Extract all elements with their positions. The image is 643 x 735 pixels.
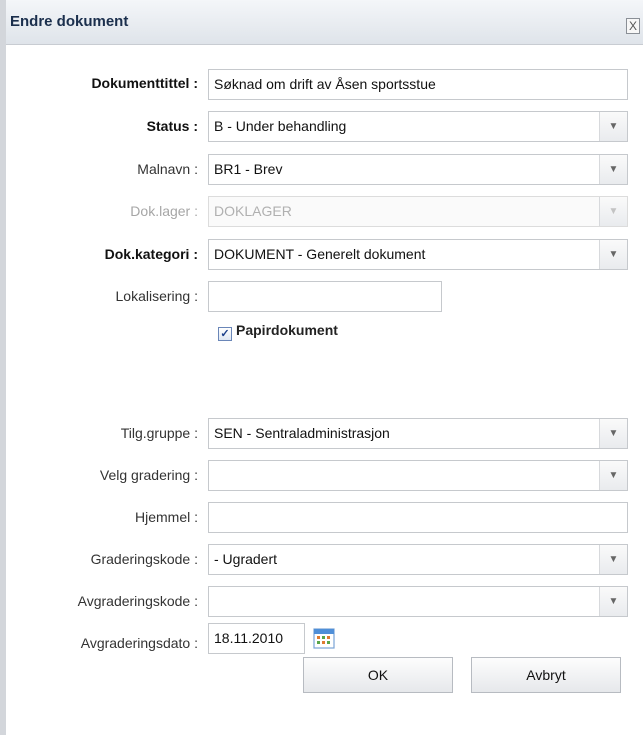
avgraderingskode-select[interactable]: ▼ [208, 586, 628, 617]
dokkategori-value: DOKUMENT - Generelt dokument [214, 246, 426, 262]
doklager-value: DOKLAGER [214, 203, 292, 219]
edit-document-dialog: Endre dokument X Dokumenttittel : Søknad… [0, 0, 643, 735]
doklager-select: DOKLAGER ▼ [208, 196, 628, 227]
dokkategori-select[interactable]: DOKUMENT - Generelt dokument ▼ [208, 239, 628, 270]
status-select[interactable]: B - Under behandling ▼ [208, 111, 628, 142]
chevron-down-icon[interactable]: ▼ [599, 587, 627, 616]
graderingskode-label: Graderingskode : [90, 551, 198, 567]
chevron-down-icon[interactable]: ▼ [599, 461, 627, 490]
chevron-down-icon[interactable]: ▼ [599, 240, 627, 269]
chevron-down-icon: ▼ [599, 197, 627, 226]
calendar-icon[interactable] [313, 627, 335, 649]
velg-gradering-select[interactable]: ▼ [208, 460, 628, 491]
malnavn-select[interactable]: BR1 - Brev ▼ [208, 154, 628, 185]
chevron-down-icon[interactable]: ▼ [599, 545, 627, 574]
avgraderingskode-label: Avgraderingskode : [77, 593, 198, 609]
lokalisering-label: Lokalisering : [115, 288, 199, 304]
status-label: Status : [146, 118, 198, 134]
hjemmel-label: Hjemmel : [134, 509, 198, 525]
avgraderingsdato-label: Avgraderingsdato : [80, 635, 198, 651]
dokumenttittel-label: Dokumenttittel : [91, 75, 198, 91]
cancel-button[interactable]: Avbryt [471, 657, 621, 693]
dokumenttittel-input[interactable]: Søknad om drift av Åsen sportsstue [208, 69, 628, 100]
papirdokument-checkbox-row[interactable]: ✓ Papirdokument [218, 322, 338, 341]
chevron-down-icon[interactable]: ▼ [599, 419, 627, 448]
hjemmel-input[interactable] [208, 502, 628, 533]
chevron-down-icon[interactable]: ▼ [599, 112, 627, 141]
velg-gradering-label: Velg gradering : [99, 467, 198, 483]
dokkategori-label: Dok.kategori : [104, 246, 198, 262]
papirdokument-label: Papirdokument [236, 322, 338, 338]
dialog-titlebar[interactable]: Endre dokument X [6, 0, 643, 45]
papirdokument-checkbox[interactable]: ✓ [218, 327, 232, 341]
tilggruppe-select[interactable]: SEN - Sentraladministrasjon ▼ [208, 418, 628, 449]
status-value: B - Under behandling [214, 118, 347, 134]
malnavn-value: BR1 - Brev [214, 161, 283, 177]
graderingskode-select[interactable]: - Ugradert ▼ [208, 544, 628, 575]
tilggruppe-label: Tilg.gruppe : [120, 425, 198, 441]
tilggruppe-value: SEN - Sentraladministrasjon [214, 425, 390, 441]
ok-button[interactable]: OK [303, 657, 453, 693]
malnavn-label: Malnavn : [137, 161, 198, 177]
avgraderingsdato-input[interactable]: 18.11.2010 [208, 623, 305, 654]
close-icon[interactable]: X [626, 18, 640, 34]
dialog-title: Endre dokument [10, 13, 129, 30]
lokalisering-input[interactable] [208, 281, 442, 312]
doklager-label: Dok.lager : [130, 203, 198, 219]
chevron-down-icon[interactable]: ▼ [599, 155, 627, 184]
graderingskode-value: - Ugradert [214, 551, 278, 567]
